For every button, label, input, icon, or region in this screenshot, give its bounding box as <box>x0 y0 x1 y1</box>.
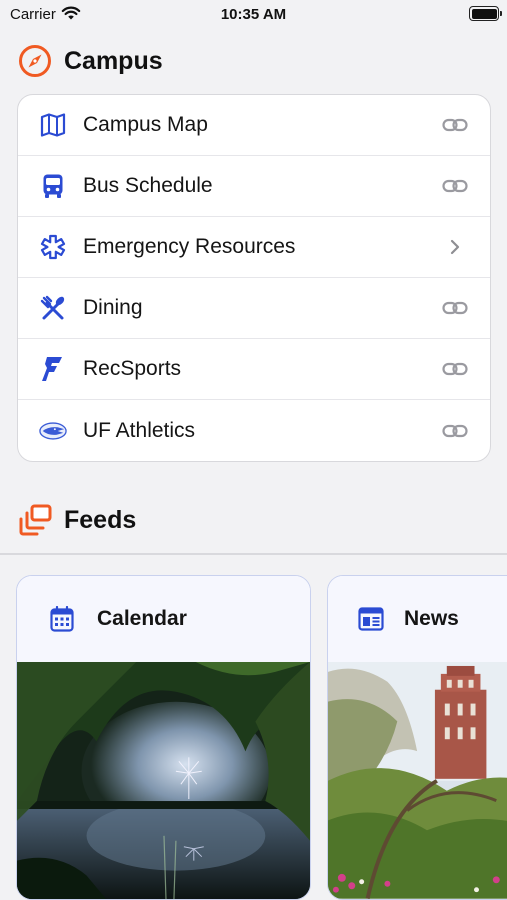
feed-card-calendar[interactable]: Calendar <box>16 575 311 900</box>
campus-title: Campus <box>64 46 163 75</box>
link-icon <box>440 113 470 137</box>
list-item-campus-map[interactable]: Campus Map <box>18 95 490 156</box>
list-item-label: Campus Map <box>83 113 208 136</box>
campus-links-list: Campus Map Bus Schedule Emergency Resour… <box>17 94 491 462</box>
list-item-label: RecSports <box>83 357 182 380</box>
feed-card-news[interactable]: News <box>327 575 507 900</box>
calendar-icon <box>49 606 75 632</box>
link-icon <box>440 174 470 198</box>
recsports-logo-icon <box>39 355 67 383</box>
utensils-icon <box>39 294 67 322</box>
list-item-emergency-resources[interactable]: Emergency Resources <box>18 217 490 278</box>
list-item-bus-schedule[interactable]: Bus Schedule <box>18 156 490 217</box>
link-icon <box>440 419 470 443</box>
feed-card-header: Calendar <box>17 576 310 662</box>
clock-label: 10:35 AM <box>220 6 287 23</box>
list-item-label: Emergency Resources <box>83 235 296 258</box>
compass-icon <box>18 44 52 78</box>
list-item-dining[interactable]: Dining <box>18 278 490 339</box>
section-divider <box>0 553 507 555</box>
list-item-label: UF Athletics <box>83 418 196 442</box>
list-item-uf-athletics[interactable]: UF Athletics <box>18 400 490 461</box>
newspaper-icon <box>358 606 384 632</box>
list-item-label: Bus Schedule <box>83 174 213 197</box>
feeds-title: Feeds <box>64 505 137 534</box>
feeds-section-header: Feeds <box>18 503 136 537</box>
list-item-recsports[interactable]: RecSports <box>18 339 490 400</box>
battery-icon <box>469 6 502 21</box>
gator-logo-icon <box>39 417 67 445</box>
link-icon <box>440 296 470 320</box>
feed-card-header: News <box>328 576 507 662</box>
feed-card-title: News <box>404 607 459 630</box>
chevron-right-icon <box>440 235 470 259</box>
list-item-label: Dining <box>83 296 143 319</box>
status-bar: Carrier 10:35 AM <box>0 0 507 30</box>
calendar-feed-image <box>17 662 310 899</box>
stacked-cards-icon <box>18 503 52 537</box>
news-feed-image <box>328 662 507 899</box>
feed-card-title: Calendar <box>97 607 187 630</box>
bus-icon <box>39 172 67 200</box>
medical-star-icon <box>39 233 67 261</box>
link-icon <box>440 357 470 381</box>
map-icon <box>39 111 67 139</box>
campus-section-header: Campus <box>18 44 163 78</box>
